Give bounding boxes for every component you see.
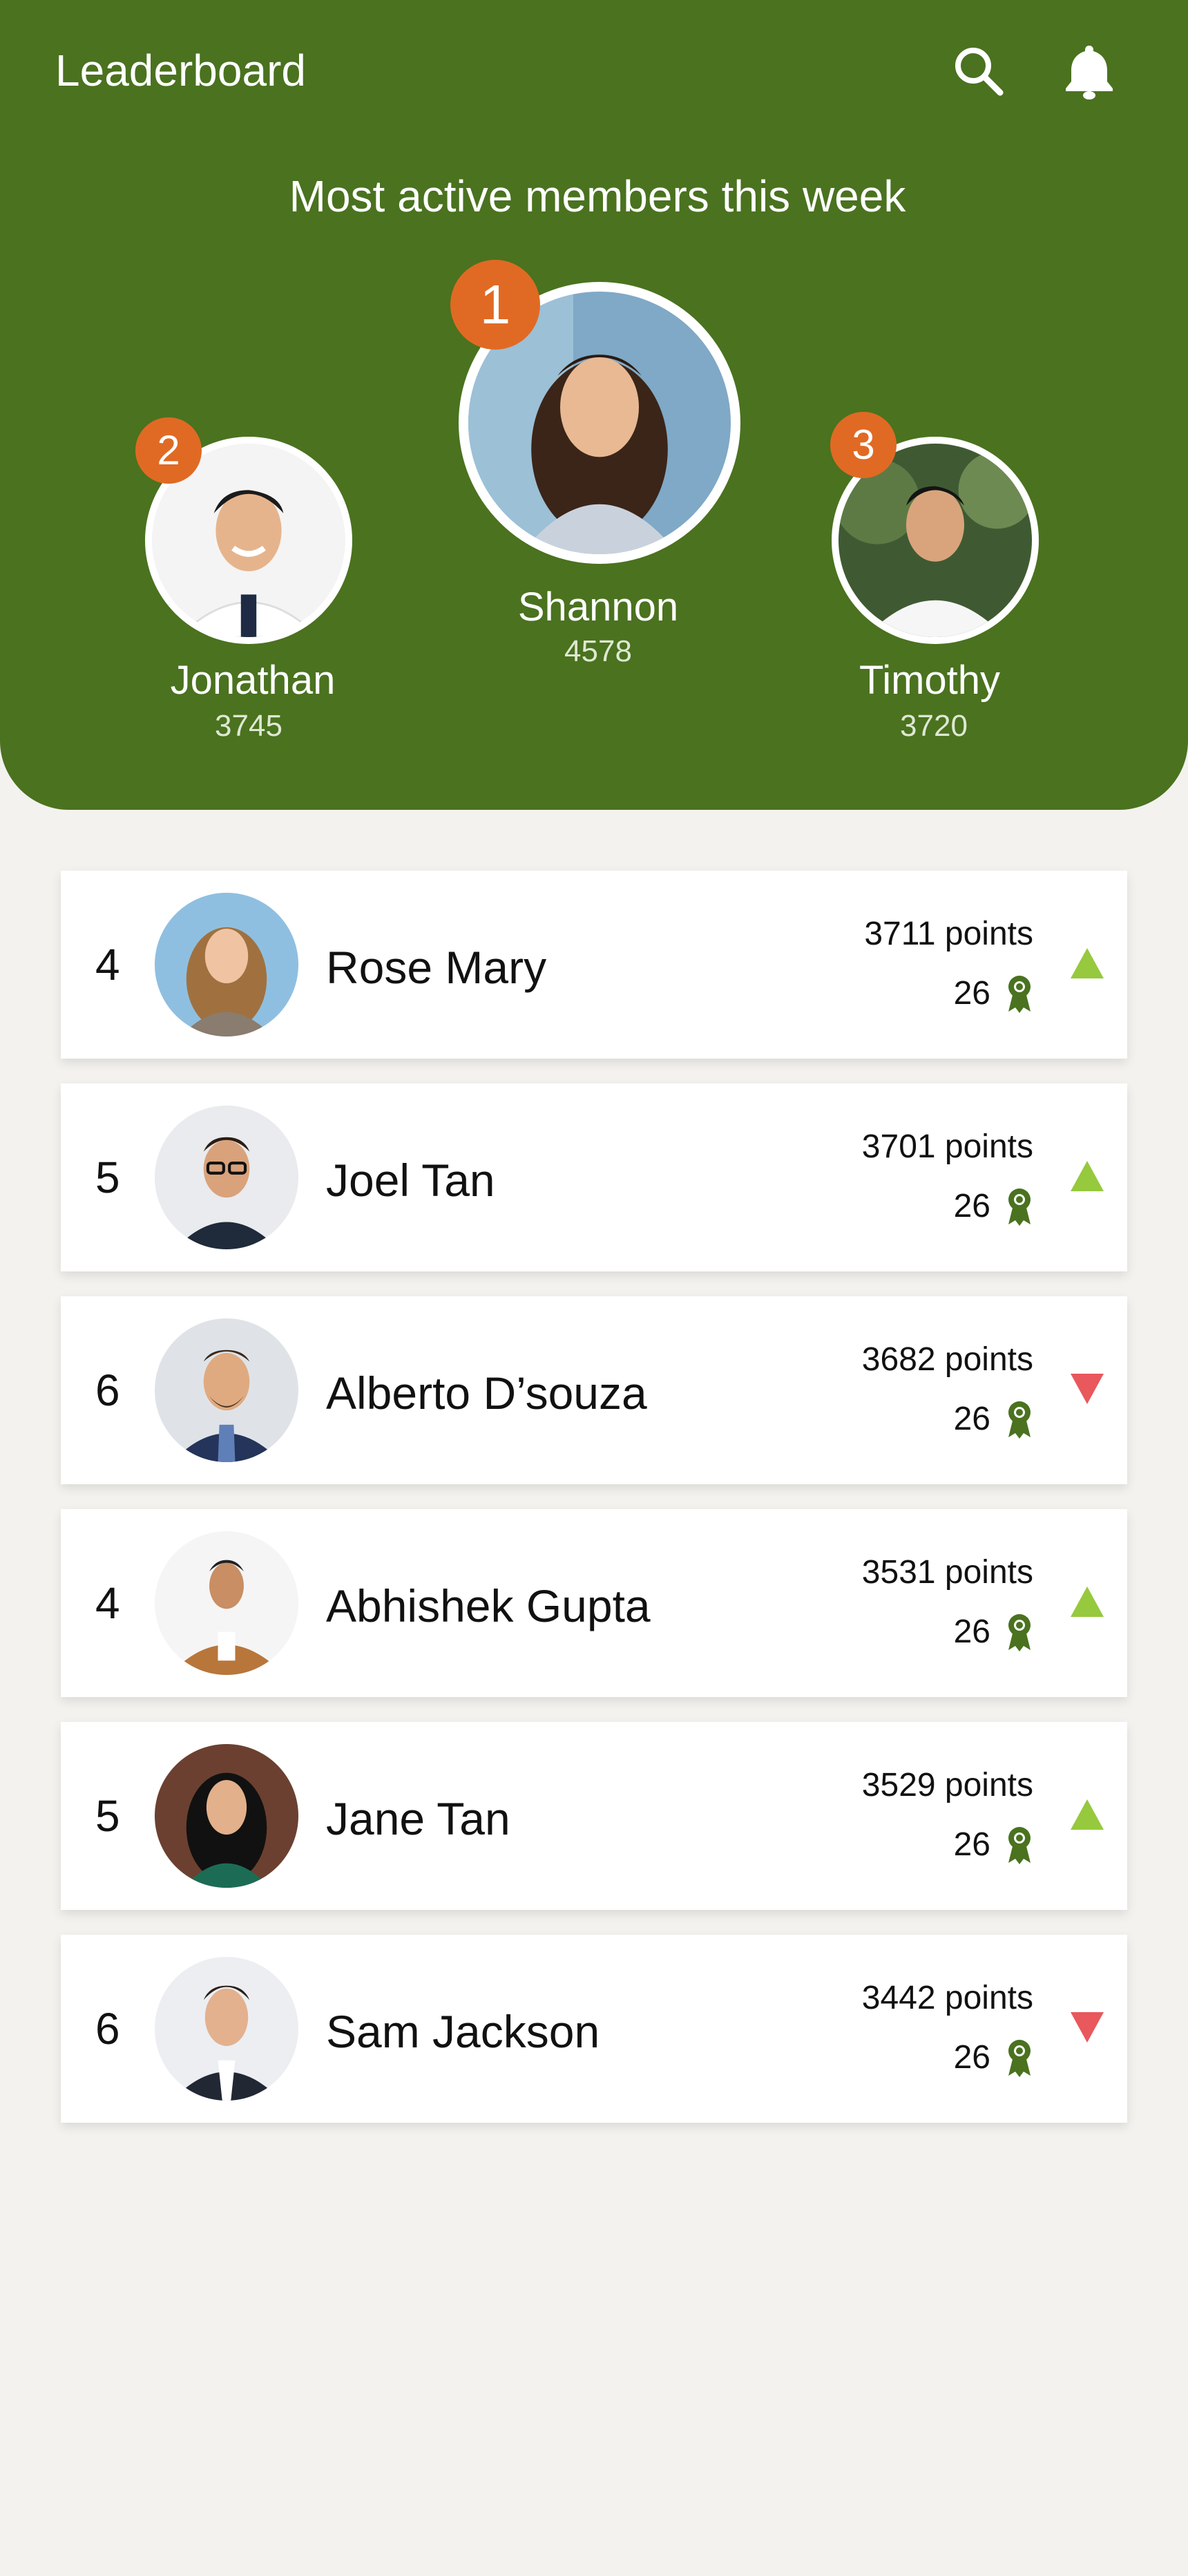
avatar [155, 1957, 298, 2101]
leaderboard-header: Leaderboard Most active members this wee… [0, 0, 1188, 810]
podium-score: 3745 [215, 709, 282, 743]
section-subtitle: Most active members this week [289, 171, 906, 221]
rank-badge: 1 [450, 260, 540, 350]
row-points: 3682 points [861, 1341, 1033, 1378]
row-points: 3711 points [864, 916, 1033, 952]
badge-count: 26 [953, 1188, 990, 1224]
badge-count: 26 [953, 1613, 990, 1650]
badge-count: 26 [953, 1826, 990, 1863]
trend-down-icon [1071, 1374, 1104, 1404]
leaderboard-row[interactable]: 4 Abhishek Gupta 3531 points 26 [61, 1509, 1127, 1697]
trend-up-icon [1071, 1587, 1104, 1617]
trend-up-icon [1071, 948, 1104, 978]
podium-name: Jonathan [170, 658, 336, 703]
row-badges: 26 [954, 1611, 1033, 1653]
leaderboard-row[interactable]: 4 Rose Mary 3711 points 26 [61, 871, 1127, 1059]
row-badges: 26 [954, 2037, 1033, 2078]
leaderboard-row[interactable]: 5 Joel Tan 3701 points 26 [61, 1083, 1127, 1271]
row-rank: 6 [95, 2004, 120, 2054]
avatar [155, 1318, 298, 1462]
avatar [155, 1744, 298, 1888]
podium-score: 4578 [564, 634, 632, 668]
row-rank: 5 [95, 1153, 120, 1202]
avatar [155, 1106, 298, 1249]
avatar [155, 1531, 298, 1675]
rank-badge: 2 [135, 417, 202, 484]
page-title: Leaderboard [55, 46, 306, 95]
row-name: Joel Tan [326, 1155, 495, 1206]
award-ribbon-icon [1006, 974, 1033, 1013]
row-points: 3442 points [861, 1980, 1033, 2016]
row-name: Alberto D’souza [326, 1367, 647, 1419]
badge-count: 26 [953, 975, 990, 1012]
badge-count: 26 [953, 2039, 990, 2076]
rank-badge: 3 [830, 412, 897, 478]
row-points: 3529 points [861, 1767, 1033, 1803]
podium-name: Timothy [859, 658, 1001, 703]
podium-name: Shannon [517, 585, 679, 629]
row-name: Abhishek Gupta [326, 1580, 651, 1631]
award-ribbon-icon [1006, 2038, 1033, 2077]
podium-score: 3720 [900, 709, 968, 743]
trend-up-icon [1071, 1799, 1104, 1830]
avatar [155, 893, 298, 1036]
row-rank: 4 [95, 940, 120, 989]
award-ribbon-icon [1006, 1400, 1033, 1439]
row-points: 3531 points [861, 1554, 1033, 1591]
trend-down-icon [1071, 2012, 1104, 2043]
row-rank: 6 [95, 1365, 120, 1415]
row-badges: 26 [954, 1399, 1033, 1440]
badge-count: 26 [953, 1401, 990, 1437]
award-ribbon-icon [1006, 1613, 1033, 1651]
search-icon[interactable] [948, 40, 1010, 102]
row-badges: 26 [954, 973, 1033, 1014]
row-name: Rose Mary [326, 942, 547, 993]
leaderboard-row[interactable]: 6 Alberto D’souza 3682 points 26 [61, 1296, 1127, 1484]
bell-icon[interactable] [1058, 40, 1120, 102]
leaderboard-row[interactable]: 6 Sam Jackson 3442 points 26 [61, 1935, 1127, 2123]
row-badges: 26 [954, 1824, 1033, 1866]
trend-up-icon [1071, 1161, 1104, 1191]
row-name: Sam Jackson [326, 2006, 600, 2057]
row-points: 3701 points [861, 1128, 1033, 1165]
leaderboard-row[interactable]: 5 Jane Tan 3529 points 26 [61, 1722, 1127, 1910]
award-ribbon-icon [1006, 1187, 1033, 1226]
row-name: Jane Tan [326, 1793, 510, 1844]
row-rank: 5 [95, 1791, 120, 1841]
row-rank: 4 [95, 1578, 120, 1628]
row-badges: 26 [954, 1186, 1033, 1227]
award-ribbon-icon [1006, 1826, 1033, 1864]
